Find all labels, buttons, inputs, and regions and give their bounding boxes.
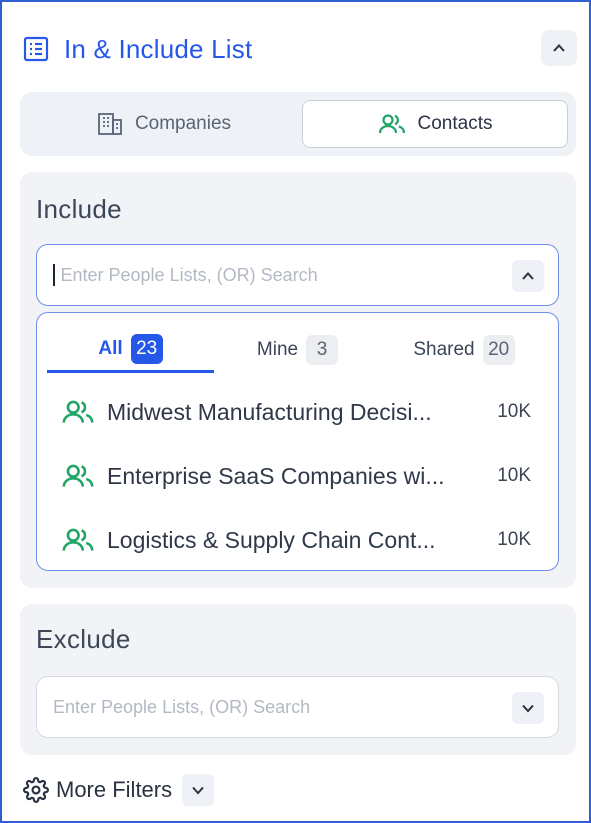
tab-mine[interactable]: Mine 3 xyxy=(214,327,381,373)
chevron-down-icon xyxy=(522,704,534,713)
include-search-input[interactable]: Enter People Lists, (OR) Search xyxy=(36,244,559,306)
exclude-placeholder: Enter People Lists, (OR) Search xyxy=(53,696,311,717)
companies-label: Companies xyxy=(134,113,232,134)
include-section: Include Enter People Lists, (OR) Search … xyxy=(20,172,576,588)
chevron-up-icon xyxy=(553,44,565,52)
text-caret xyxy=(53,264,55,286)
chevron-up-icon xyxy=(522,272,534,280)
list-item-name: Midwest Manufacturing Decisi... xyxy=(107,398,432,425)
tab-all-count: 23 xyxy=(130,333,163,364)
section-title: In & Include List xyxy=(64,33,253,64)
list-dropdown: All 23 Mine 3 Shared 20 Midwest Manufact… xyxy=(36,312,559,571)
list-icon xyxy=(22,35,50,63)
exclude-search-input[interactable]: Enter People Lists, (OR) Search xyxy=(36,676,559,738)
entity-type-toggle: Companies Contacts xyxy=(20,92,576,156)
companies-toggle-button[interactable]: Companies xyxy=(28,100,300,148)
collapse-button[interactable] xyxy=(541,30,577,66)
contacts-toggle-button[interactable]: Contacts xyxy=(302,100,568,148)
more-filters-label: More Filters xyxy=(56,777,173,802)
list-item-name: Logistics & Supply Chain Cont... xyxy=(107,526,436,553)
exclude-title: Exclude xyxy=(36,624,131,654)
list-item-size: 10K xyxy=(497,401,531,422)
tab-all-label: All xyxy=(98,337,123,359)
list-item[interactable]: Enterprise SaaS Companies wi... 10K xyxy=(61,456,531,496)
tab-shared-label: Shared xyxy=(413,339,475,360)
tab-all[interactable]: All 23 xyxy=(47,327,214,373)
tab-mine-label: Mine xyxy=(256,339,299,360)
list-item[interactable]: Midwest Manufacturing Decisi... 10K xyxy=(61,392,531,432)
more-filters-toggle[interactable] xyxy=(182,774,215,806)
contacts-icon xyxy=(61,399,97,425)
gear-icon xyxy=(22,776,50,804)
tab-shared[interactable]: Shared 20 xyxy=(381,327,547,373)
contacts-label: Contacts xyxy=(417,113,493,134)
more-filters-button[interactable]: More Filters xyxy=(22,774,215,806)
contacts-icon xyxy=(378,113,406,135)
include-title: Include xyxy=(36,194,122,224)
list-item-name: Enterprise SaaS Companies wi... xyxy=(107,462,445,489)
list-item[interactable]: Logistics & Supply Chain Cont... 10K xyxy=(61,520,531,560)
list-tabs: All 23 Mine 3 Shared 20 xyxy=(47,327,547,373)
exclude-section: Exclude Enter People Lists, (OR) Search xyxy=(20,604,576,755)
tab-mine-count: 3 xyxy=(306,335,339,365)
include-placeholder: Enter People Lists, (OR) Search xyxy=(60,264,318,285)
filter-panel: In & Include List Companies Contacts Inc… xyxy=(0,0,591,823)
include-dropdown-toggle[interactable] xyxy=(512,260,544,292)
section-header[interactable]: In & Include List xyxy=(22,30,577,66)
tab-shared-count: 20 xyxy=(482,335,515,365)
chevron-down-icon xyxy=(192,786,204,795)
contacts-icon xyxy=(61,527,97,553)
list-item-size: 10K xyxy=(497,465,531,486)
contacts-icon xyxy=(61,463,97,489)
list-item-size: 10K xyxy=(497,529,531,550)
exclude-dropdown-toggle[interactable] xyxy=(512,692,544,724)
building-icon xyxy=(97,112,123,136)
